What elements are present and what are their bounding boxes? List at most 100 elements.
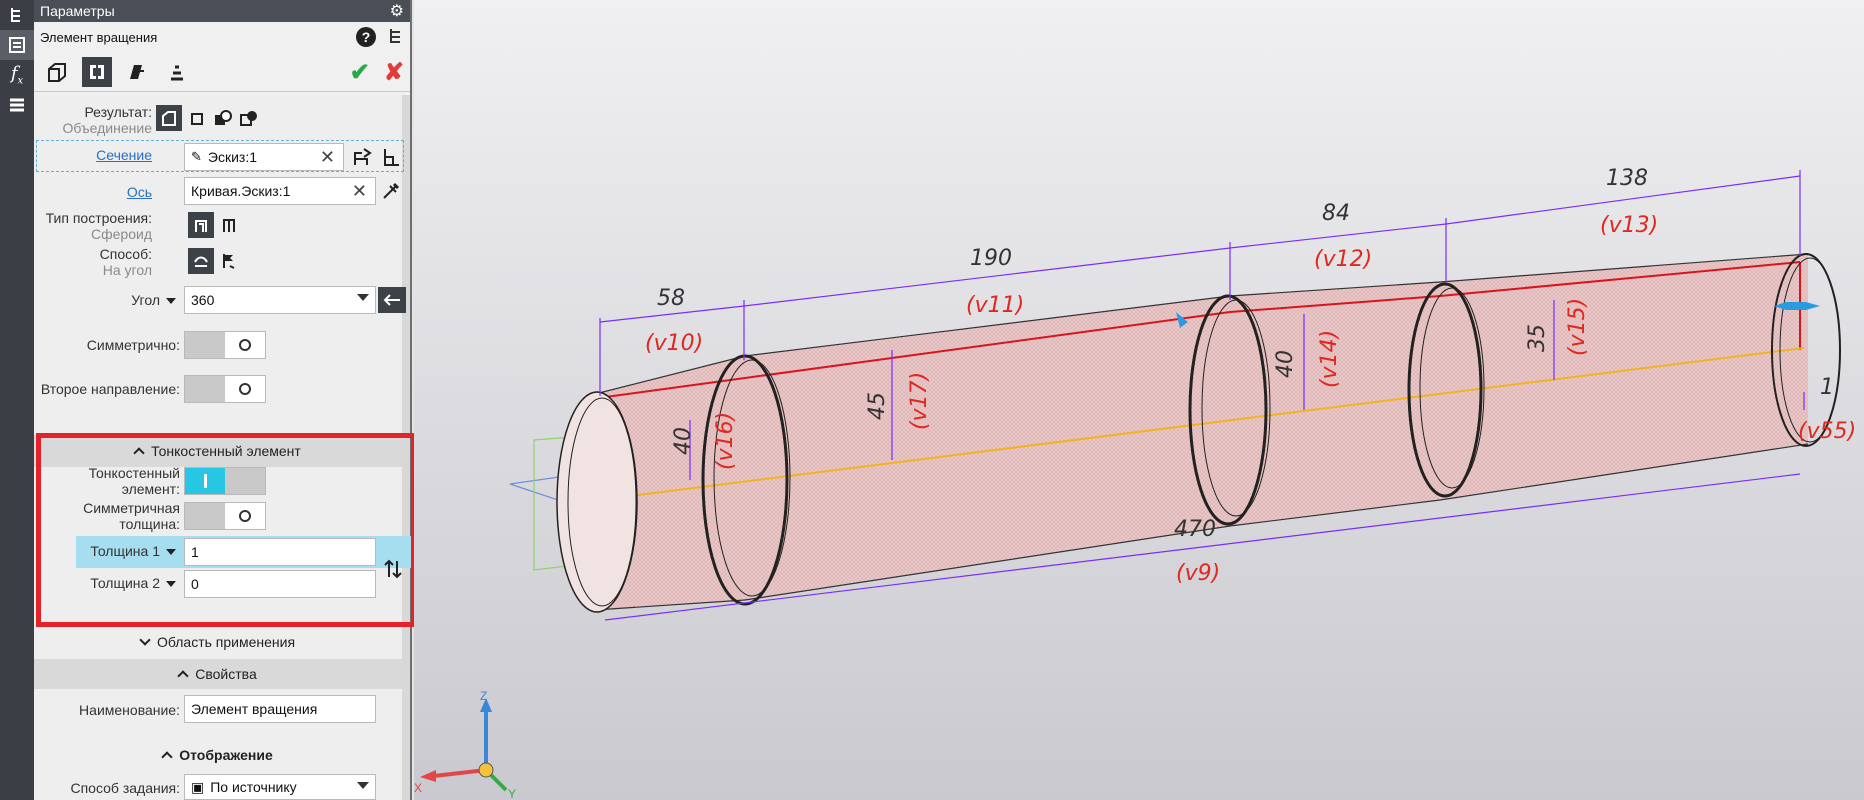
thin-wall-highlight-frame — [36, 433, 416, 627]
gear-icon[interactable]: ⚙ — [390, 1, 404, 21]
panel-header: Элемент вращения ? — [34, 22, 410, 52]
collapse-icon — [177, 670, 189, 682]
dim-470[interactable]: 470 — [1174, 517, 1216, 542]
axis-z-label: Z — [480, 689, 487, 703]
dim-45[interactable]: 45 — [865, 392, 890, 420]
symmetric-toggle[interactable] — [184, 331, 266, 359]
collapse-icon — [161, 751, 173, 763]
axis-value: Кривая.Эскиз:1 — [191, 183, 291, 199]
tree-icon[interactable] — [0, 0, 34, 30]
dim-138[interactable]: 138 — [1606, 166, 1648, 191]
dim-v12: (v12) — [1314, 247, 1372, 272]
symmetric-label: Симметрично: — [86, 337, 180, 353]
angle-label-wrap[interactable]: Угол — [34, 292, 176, 308]
axis-x-label: X — [414, 781, 422, 795]
angle-dropdown-icon[interactable] — [166, 298, 176, 305]
dim-v17: (v17) — [907, 372, 932, 430]
display-method-value: По источнику — [210, 779, 297, 795]
extrude-icon[interactable] — [42, 57, 72, 87]
toroid-icon[interactable] — [216, 212, 242, 238]
parameters-icon[interactable] — [0, 30, 34, 60]
build-type-label: Тип построения: — [45, 210, 152, 226]
axis-select-icon[interactable] — [378, 178, 404, 204]
method-label-group: Способ: На угол — [34, 246, 152, 278]
spheroid-icon[interactable] — [188, 212, 214, 238]
variables-fx-icon[interactable]: fx — [0, 60, 34, 90]
dim-40b[interactable]: 40 — [1273, 350, 1298, 378]
dim-1[interactable]: 1 — [1820, 375, 1834, 400]
build-type-label-group: Тип построения: Сфероид — [34, 210, 152, 242]
sketch-icon[interactable] — [378, 144, 404, 170]
dim-v14: (v14) — [1317, 330, 1342, 388]
clear-axis-icon[interactable]: ✕ — [352, 181, 367, 202]
panel-titlebar: Параметры ⚙ — [34, 0, 410, 22]
confirm-icon[interactable]: ✔ — [350, 58, 370, 87]
by-angle-icon[interactable] — [188, 248, 214, 274]
axis-label-wrap: Ось — [34, 184, 152, 200]
3d-viewport[interactable]: 58 (v10) 190 (v11) 84 (v12) 138 (v13) 40… — [414, 0, 1864, 800]
dim-v9: (v9) — [1176, 561, 1220, 586]
axis-link[interactable]: Ось — [127, 184, 152, 200]
loft-icon[interactable] — [162, 57, 192, 87]
dim-v15: (v15) — [1565, 298, 1590, 356]
section-label-wrap: Сечение — [34, 147, 152, 163]
second-direction-label: Второе направление: — [40, 381, 180, 397]
left-sidebar-strip: fx — [0, 0, 34, 800]
name-label: Наименование: — [79, 702, 180, 718]
section-field[interactable]: ✎ Эскиз:1 ✕ — [184, 143, 344, 171]
display-method-chevron[interactable] — [357, 782, 369, 789]
layers-icon[interactable] — [0, 90, 34, 120]
to-object-icon[interactable] — [216, 248, 242, 274]
expand-icon — [139, 634, 151, 646]
name-input[interactable]: Элемент вращения — [184, 695, 376, 723]
palette-icon: ▣ — [191, 778, 205, 795]
clear-section-icon[interactable]: ✕ — [320, 147, 335, 168]
display-method-label: Способ задания: — [70, 780, 180, 796]
section-value: Эскиз:1 — [207, 149, 258, 165]
dim-v11: (v11) — [966, 293, 1024, 318]
dim-v55: (v55) — [1798, 419, 1856, 444]
area-section-title: Область применения — [156, 634, 296, 650]
axis-y-label: Y — [508, 787, 516, 800]
second-direction-toggle[interactable] — [184, 375, 266, 403]
build-type-value: Сфероид — [91, 226, 152, 242]
direction-arrow-icon[interactable] — [378, 287, 406, 313]
section-link[interactable]: Сечение — [96, 147, 152, 163]
subtract-icon[interactable] — [210, 105, 236, 131]
dim-v13: (v13) — [1600, 213, 1658, 238]
display-method-select[interactable]: ▣ По источнику — [184, 774, 376, 800]
axis-field[interactable]: Кривая.Эскиз:1 ✕ — [184, 177, 376, 205]
result-label: Результат: — [84, 104, 152, 120]
dim-190[interactable]: 190 — [970, 246, 1012, 271]
angle-input[interactable]: 360 — [184, 286, 376, 314]
name-value: Элемент вращения — [191, 701, 318, 717]
element-name: Элемент вращения — [40, 29, 158, 45]
revolve-icon[interactable] — [82, 56, 112, 87]
display-section-header[interactable]: Отображение — [34, 740, 402, 770]
dim-58[interactable]: 58 — [657, 286, 685, 311]
new-body-icon[interactable] — [184, 105, 210, 131]
parameters-panel: Параметры ⚙ Элемент вращения ? ✔ ✘ Резул… — [34, 0, 442, 800]
panel-title: Параметры — [40, 3, 115, 19]
dim-v16: (v16) — [713, 412, 738, 470]
dim-84[interactable]: 84 — [1322, 201, 1350, 226]
dim-35[interactable]: 35 — [1525, 324, 1550, 352]
angle-label: Угол — [131, 292, 160, 308]
area-section-header[interactable]: Область применения — [34, 626, 402, 658]
angle-combo-chevron[interactable] — [357, 294, 369, 301]
properties-section-header[interactable]: Свойства — [34, 659, 402, 689]
intersect-icon[interactable] — [236, 105, 262, 131]
dim-v10: (v10) — [645, 331, 703, 356]
pencil-icon: ✎ — [191, 149, 202, 164]
edit-sketch-icon[interactable] — [350, 144, 376, 170]
method-label: Способ: — [99, 246, 152, 262]
tree-view-icon[interactable] — [388, 27, 404, 50]
kinematic-icon[interactable] — [122, 57, 152, 87]
help-icon[interactable]: ? — [356, 27, 376, 47]
panel-toolbar: ✔ ✘ — [34, 52, 410, 92]
cancel-icon[interactable]: ✘ — [384, 58, 404, 87]
result-label-group: Результат: Объединение — [34, 104, 152, 136]
method-value: На угол — [102, 262, 152, 278]
union-icon[interactable] — [156, 105, 182, 131]
dim-40a[interactable]: 40 — [671, 427, 696, 455]
